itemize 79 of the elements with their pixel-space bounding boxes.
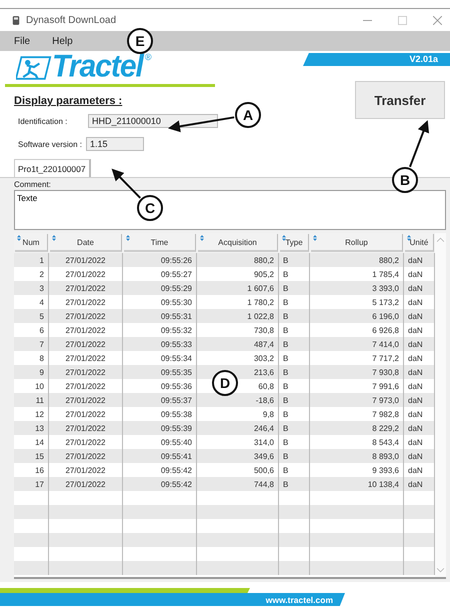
table-cell: 17 — [14, 477, 49, 491]
table-cell: 880,2 — [197, 253, 279, 267]
input-field[interactable]: 1.15 — [86, 137, 144, 151]
input-field[interactable]: HHD_211000010 — [88, 114, 218, 128]
table-cell: 09:55:29 — [123, 281, 197, 295]
table-cell: 744,8 — [197, 477, 279, 491]
table-cell: 09:55:26 — [123, 253, 197, 267]
table-cell: 09:55:42 — [123, 477, 197, 491]
section-heading: Display parameters : — [14, 95, 124, 107]
table-cell: 9 — [14, 365, 49, 379]
callout-label: A — [235, 102, 261, 128]
pointer-arrow — [112, 168, 141, 199]
table-cell: 7 930,8 — [310, 365, 404, 379]
field-label: Software version : — [17, 140, 84, 148]
table-cell: 5 — [14, 309, 49, 323]
scroll-up-icon[interactable] — [437, 237, 444, 242]
table-cell: 246,4 — [197, 421, 279, 435]
table-cell: 09:55:33 — [123, 337, 197, 351]
table-cell: B — [279, 281, 310, 295]
table-cell: 7 — [14, 337, 49, 351]
app-icon — [12, 14, 20, 26]
sort-icon[interactable] — [407, 235, 411, 241]
table-cell: 09:55:41 — [123, 449, 197, 463]
registered-mark: ® — [144, 52, 152, 62]
menu-item[interactable]: File — [14, 36, 30, 46]
field-label: Identification : — [17, 116, 68, 126]
table-cell: 8 893,0 — [310, 449, 404, 463]
table-cell: 7 973,0 — [310, 393, 404, 407]
table-cell: B — [279, 365, 310, 379]
scroll-down-icon[interactable] — [437, 568, 444, 573]
table-cell: 15 — [14, 449, 49, 463]
maximize-icon[interactable] — [398, 16, 407, 24]
menu-item[interactable]: Help — [52, 36, 73, 46]
table-cell: B — [279, 449, 310, 463]
table-cell: B — [279, 421, 310, 435]
table-cell: 3 393,0 — [310, 281, 404, 295]
logo-text: Tractel — [52, 51, 143, 83]
table-cell: 27/01/2022 — [49, 309, 123, 323]
table-cell: B — [279, 337, 310, 351]
table-cell: 1 022,8 — [197, 309, 279, 323]
table-cell: 3 — [14, 281, 49, 295]
window-title: Dynasoft DownLoad — [26, 14, 118, 26]
tab[interactable]: Pro1t_220100007 — [14, 159, 91, 177]
table-cell: 09:55:31 — [123, 309, 197, 323]
transfer-button[interactable]: Transfer — [355, 81, 445, 119]
table-cell: 1 607,6 — [197, 281, 279, 295]
table-cell: 09:55:39 — [123, 421, 197, 435]
close-icon[interactable] — [433, 16, 442, 24]
callout-label: E — [127, 28, 153, 54]
pointer-arrow — [409, 120, 430, 168]
scrollbar[interactable] — [435, 233, 446, 577]
table-cell: 27/01/2022 — [49, 281, 123, 295]
table-cell: 27/01/2022 — [49, 449, 123, 463]
table-cell: 09:55:35 — [123, 365, 197, 379]
table-cell: 27/01/2022 — [49, 253, 123, 267]
table-cell: 27/01/2022 — [49, 365, 123, 379]
table-cell: 1 — [14, 253, 49, 267]
version-banner: V2.01a — [303, 53, 450, 66]
table-cell: 349,6 — [197, 449, 279, 463]
table-cell: 27/01/2022 — [49, 337, 123, 351]
table-cell: 13 — [14, 421, 49, 435]
table-cell: B — [279, 393, 310, 407]
table-cell: 27/01/2022 — [49, 393, 123, 407]
table-cell: 6 196,0 — [310, 309, 404, 323]
table-cell: 09:55:37 — [123, 393, 197, 407]
pointer-arrow — [168, 116, 234, 132]
table-cell: 27/01/2022 — [49, 421, 123, 435]
table-cell: B — [279, 477, 310, 491]
table-cell: B — [279, 309, 310, 323]
table-cell: 8 229,2 — [310, 421, 404, 435]
callout-label: B — [392, 167, 418, 193]
table-cell: B — [279, 253, 310, 267]
table-cell: 7 414,0 — [310, 337, 404, 351]
table-cell: 11 — [14, 393, 49, 407]
table-cell: 880,2 — [310, 253, 404, 267]
table-cell: 27/01/2022 — [49, 477, 123, 491]
table-cell: 10 138,4 — [310, 477, 404, 491]
table-cell: 487,4 — [197, 337, 279, 351]
climber-logo-icon — [16, 55, 52, 81]
